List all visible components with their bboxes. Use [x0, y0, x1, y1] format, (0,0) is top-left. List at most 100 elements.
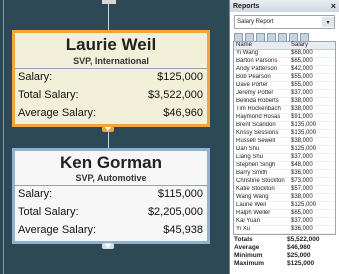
employee-salary: $48,000: [291, 162, 313, 168]
row-label: Total Salary:: [18, 206, 79, 218]
employee-name: Dave Porter: [236, 82, 269, 88]
employee-salary: $36,000: [291, 170, 313, 176]
table-header: Name Salary: [234, 42, 335, 50]
close-icon[interactable]: ×: [331, 1, 336, 11]
salary-table: Name Salary Yi Wang $68,000 Barton Parsons…: [233, 41, 336, 235]
employee-name: Russell Sewell: [236, 138, 276, 144]
employee-salary: $135,000: [291, 130, 317, 136]
row-label: Salary:: [18, 188, 53, 200]
table-row[interactable]: Tim Rockenbach $38,000: [234, 106, 335, 114]
employee-name: Jeremy Potter: [236, 90, 274, 96]
employee-salary: $36,000: [291, 226, 313, 232]
summary-label: Minimum: [234, 252, 263, 259]
table-row[interactable]: Brent Scandon $135,000: [234, 122, 335, 130]
table-row[interactable]: Liang Shu $37,000: [234, 154, 335, 162]
table-row[interactable]: Russell Sewell $38,000: [234, 138, 335, 146]
table-row[interactable]: Dan Shu $125,000: [234, 146, 335, 154]
divider: [15, 185, 207, 186]
employee-salary: $38,000: [291, 138, 313, 144]
employee-salary: $65,000: [291, 58, 313, 64]
row-label: Total Salary:: [18, 89, 79, 101]
summary-value: $5,522,000: [287, 236, 320, 243]
parent-node-stub: [102, 0, 116, 4]
row-label: Salary:: [18, 71, 53, 83]
employee-name: Krissy Sessions: [236, 130, 279, 136]
employee-name: Kai Yuan: [236, 218, 260, 224]
average-salary-row: Average Salary: $46,960: [18, 107, 203, 121]
node-name: Ken Gorman: [59, 153, 163, 172]
summary-row: Maximum $125,000: [234, 260, 335, 268]
employee-name: Bob Pearson: [236, 74, 271, 80]
employee-name: Belinda Roberts: [236, 98, 279, 104]
employee-salary: $125,000: [291, 202, 317, 208]
table-row[interactable]: Barry Smith $36,000: [234, 170, 335, 178]
table-row[interactable]: Ralph Weller $65,000: [234, 210, 335, 218]
employee-name: Barry Smith: [236, 170, 268, 176]
employee-salary: $38,000: [291, 98, 313, 104]
employee-salary: $91,000: [291, 114, 313, 120]
table-row[interactable]: Katie Stockton $57,000: [234, 186, 335, 194]
employee-name: Laurie Weil: [236, 202, 266, 208]
employee-salary: $37,000: [291, 218, 313, 224]
salary-row: Salary: $125,000: [18, 71, 203, 85]
column-header-salary[interactable]: Salary: [289, 42, 335, 49]
org-chart-canvas[interactable]: Laurie Weil SVP, International Salary: $…: [0, 0, 226, 274]
table-row[interactable]: Belinda Roberts $38,000: [234, 98, 335, 106]
employee-name: Barton Parsons: [236, 58, 278, 64]
summary-row: Totals $5,522,000: [234, 236, 335, 244]
employee-salary: $68,000: [291, 50, 313, 56]
summary-label: Maximum: [234, 260, 264, 267]
table-row[interactable]: Krissy Sessions $135,000: [234, 130, 335, 138]
table-row[interactable]: Barton Parsons $65,000: [234, 58, 335, 66]
summary-value: $125,000: [287, 260, 315, 267]
table-row[interactable]: Laurie Weil $125,000: [234, 202, 335, 210]
table-row[interactable]: Andy Patterson $42,000: [234, 66, 335, 74]
employee-salary: $73,000: [291, 178, 313, 184]
table-row[interactable]: Stephen Singh $48,000: [234, 162, 335, 170]
table-row[interactable]: Yi Wang $68,000: [234, 50, 335, 58]
row-value: $46,960: [163, 107, 203, 119]
employee-name: Ralph Weller: [236, 210, 271, 216]
panel-title-bar: Reports ×: [230, 0, 339, 12]
org-node-ken-gorman[interactable]: Ken Gorman SVP, Automotive Salary: $115,…: [12, 148, 210, 244]
report-type-select[interactable]: Salary Report ▾: [234, 15, 335, 29]
table-row[interactable]: Bob Pearson $55,000: [234, 74, 335, 82]
row-value: $115,000: [157, 188, 203, 200]
table-row[interactable]: Jeremy Potter $37,000: [234, 90, 335, 98]
salary-row: Salary: $115,000: [18, 188, 203, 202]
row-label: Average Salary:: [18, 107, 97, 119]
org-node-laurie-weil[interactable]: Laurie Weil SVP, International Salary: $…: [12, 30, 210, 127]
employee-name: Christine Stockton: [236, 178, 285, 184]
reports-panel: Reports × Salary Report ▾ Name Salary Yi…: [229, 0, 339, 274]
row-value: $45,938: [163, 224, 203, 236]
chevron-down-icon[interactable]: ▾: [322, 17, 334, 27]
table-row[interactable]: Dave Porter $55,000: [234, 82, 335, 90]
summary-section: Totals $5,522,000 Average $46,960 Minimum $…: [234, 236, 335, 268]
employee-name: Yi Wang: [236, 50, 259, 56]
employee-salary: $42,000: [291, 66, 313, 72]
connector-line: [108, 132, 109, 148]
employee-name: Brent Scandon: [236, 122, 276, 128]
report-type-value: Salary Report: [237, 19, 274, 25]
table-row[interactable]: Wang Wang $38,000: [234, 194, 335, 202]
table-row[interactable]: Yi Xu $36,000: [234, 226, 335, 234]
summary-label: Totals: [234, 236, 253, 243]
column-header-name[interactable]: Name: [234, 42, 289, 49]
table-row[interactable]: Christine Stockton $73,000: [234, 178, 335, 186]
node-title: SVP, International: [73, 56, 149, 66]
row-value: $3,522,000: [147, 89, 203, 101]
table-row[interactable]: Raymond Rosas $91,000: [234, 114, 335, 122]
employee-salary: $65,000: [291, 210, 313, 216]
summary-value: $46,960: [287, 244, 311, 251]
employee-salary: $55,000: [291, 82, 313, 88]
employee-name: Raymond Rosas: [236, 114, 281, 120]
employee-salary: $57,000: [291, 186, 313, 192]
employee-name: Yi Xu: [236, 226, 251, 232]
divider: [15, 68, 207, 69]
employee-salary: $37,000: [291, 154, 313, 160]
table-row[interactable]: Kai Yuan $37,000: [234, 218, 335, 226]
employee-name: Andy Patterson: [236, 66, 278, 72]
employee-salary: $38,000: [291, 106, 313, 112]
chevron-down-icon: [105, 127, 111, 131]
table-body: Yi Wang $68,000 Barton Parsons $65,000 Andy …: [234, 50, 335, 234]
